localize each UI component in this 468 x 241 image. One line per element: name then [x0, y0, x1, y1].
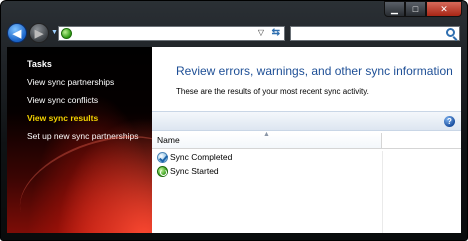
page-title: Review errors, warnings, and other sync …: [176, 64, 453, 78]
recent-pages-dropdown[interactable]: ▼: [51, 29, 58, 36]
tasks-heading: Tasks: [27, 59, 52, 69]
sync-completed-icon: [157, 152, 168, 163]
list-item[interactable]: Sync Completed: [152, 151, 461, 165]
forward-button[interactable]: ▶: [29, 23, 49, 43]
navigation-toolbar: ◀ ▶ ▼ ▽ ⇆: [1, 19, 467, 47]
back-button[interactable]: ◀: [7, 23, 27, 43]
column-header-name[interactable]: Name ▲: [152, 131, 382, 148]
explorer-window: ▁ □ ✕ ◀ ▶ ▼ ▽ ⇆ Tasks View sync partners…: [0, 0, 468, 241]
column-header-name-label: Name: [157, 135, 180, 145]
help-icon[interactable]: ?: [444, 116, 455, 127]
results-list: Sync Completed Sync Started: [152, 151, 461, 179]
minimize-button[interactable]: ▁: [384, 1, 405, 17]
address-dropdown-button[interactable]: ▽: [258, 28, 264, 37]
command-bar: ?: [152, 111, 461, 131]
sync-started-icon: [157, 166, 168, 177]
task-view-sync-results[interactable]: View sync results: [27, 113, 98, 123]
sync-center-icon: [61, 28, 72, 39]
content-pane: Review errors, warnings, and other sync …: [152, 47, 461, 233]
search-box[interactable]: [290, 26, 460, 41]
sort-arrow-icon: ▲: [263, 131, 270, 138]
caption-buttons: ▁ □ ✕: [384, 1, 462, 17]
search-icon[interactable]: [446, 28, 455, 37]
list-header: Name ▲: [152, 131, 461, 149]
window-frame-bottom: [1, 231, 467, 240]
tasks-pane: Tasks View sync partnerships View sync c…: [7, 47, 152, 233]
list-item-label: Sync Completed: [170, 152, 233, 162]
list-item-label: Sync Started: [170, 166, 219, 176]
task-set-up-new-sync-partnerships[interactable]: Set up new sync partnerships: [27, 131, 139, 141]
task-view-sync-conflicts[interactable]: View sync conflicts: [27, 95, 98, 105]
maximize-button[interactable]: □: [405, 1, 426, 17]
page-description: These are the results of your most recen…: [176, 87, 369, 96]
task-view-sync-partnerships[interactable]: View sync partnerships: [27, 77, 114, 87]
close-button[interactable]: ✕: [426, 1, 462, 17]
list-item[interactable]: Sync Started: [152, 165, 461, 179]
refresh-button[interactable]: ⇆: [272, 27, 280, 38]
address-bar[interactable]: ▽ ⇆: [58, 26, 285, 41]
